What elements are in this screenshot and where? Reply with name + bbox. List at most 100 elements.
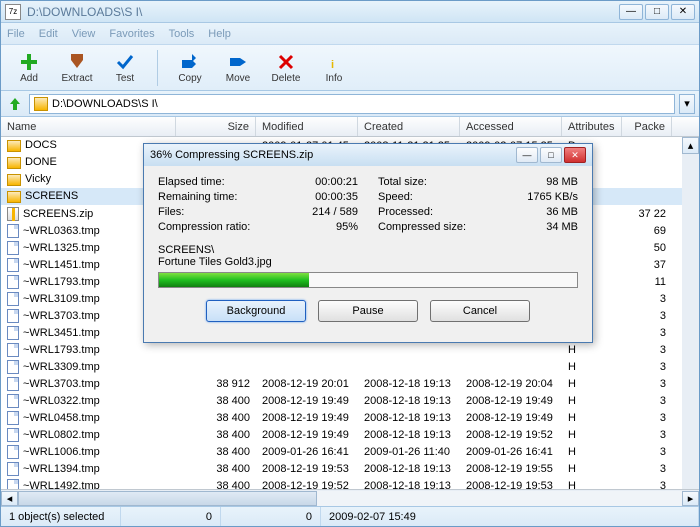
scroll-right-icon[interactable]: ▸ <box>682 491 699 506</box>
menu-file[interactable]: File <box>7 28 25 40</box>
label-speed: Speed: <box>378 191 413 206</box>
tmp-icon <box>7 309 19 323</box>
value-elapsed: 00:00:21 <box>315 176 358 191</box>
menu-view[interactable]: View <box>72 28 96 40</box>
path-text: D:\DOWNLOADS\S I\ <box>52 98 158 110</box>
value-processed: 36 MB <box>546 206 578 221</box>
up-button[interactable] <box>5 94 25 114</box>
plus-icon <box>19 52 39 72</box>
maximize-button[interactable]: □ <box>645 4 669 20</box>
vertical-scrollbar[interactable]: ▴ <box>682 137 699 489</box>
extract-label: Extract <box>61 73 92 84</box>
dialog-titlebar[interactable]: 36% Compressing SCREENS.zip — □ ✕ <box>144 144 592 166</box>
delete-label: Delete <box>272 73 301 84</box>
horizontal-scrollbar[interactable]: ◂ ▸ <box>1 489 699 506</box>
minimize-button[interactable]: — <box>619 4 643 20</box>
table-row[interactable]: ~WRL1394.tmp38 4002008-12-19 19:532008-1… <box>1 460 699 477</box>
copy-label: Copy <box>178 73 201 84</box>
scroll-thumb[interactable] <box>18 491 317 506</box>
tmp-icon <box>7 275 19 289</box>
value-files: 214 / 589 <box>312 206 358 221</box>
copy-button[interactable]: Copy <box>168 48 212 88</box>
col-size[interactable]: Size <box>176 117 256 136</box>
info-icon: i <box>324 52 344 72</box>
tmp-icon <box>7 462 19 476</box>
path-dropdown[interactable]: ▾ <box>679 94 695 114</box>
folder-icon <box>7 191 21 203</box>
menu-tools[interactable]: Tools <box>169 28 195 40</box>
svg-text:i: i <box>331 59 334 71</box>
col-packed[interactable]: Packe <box>622 117 672 136</box>
table-row[interactable]: ~WRL3309.tmpH3 <box>1 358 699 375</box>
table-row[interactable]: ~WRL0802.tmp38 4002008-12-19 19:492008-1… <box>1 426 699 443</box>
tmp-icon <box>7 360 19 374</box>
test-button[interactable]: Test <box>103 48 147 88</box>
folder-icon <box>34 97 48 111</box>
copy-icon <box>180 52 200 72</box>
app-icon: 7z <box>5 4 21 20</box>
extract-icon <box>67 52 87 72</box>
menu-favorites[interactable]: Favorites <box>109 28 154 40</box>
value-total: 98 MB <box>546 176 578 191</box>
value-speed: 1765 KB/s <box>527 191 578 206</box>
add-label: Add <box>20 73 38 84</box>
close-button[interactable]: ✕ <box>671 4 695 20</box>
statusbar: 1 object(s) selected 0 0 2009-02-07 15:4… <box>1 506 699 526</box>
addressbar: D:\DOWNLOADS\S I\ ▾ <box>1 91 699 117</box>
table-row[interactable]: ~WRL3703.tmp38 9122008-12-19 20:012008-1… <box>1 375 699 392</box>
extract-button[interactable]: Extract <box>55 48 99 88</box>
scroll-left-icon[interactable]: ◂ <box>1 491 18 506</box>
label-remaining: Remaining time: <box>158 191 237 206</box>
col-name[interactable]: Name <box>1 117 176 136</box>
label-ratio: Compression ratio: <box>158 221 250 236</box>
move-icon <box>228 52 248 72</box>
menu-help[interactable]: Help <box>208 28 231 40</box>
path-input[interactable]: D:\DOWNLOADS\S I\ <box>29 94 675 114</box>
delete-button[interactable]: Delete <box>264 48 308 88</box>
move-button[interactable]: Move <box>216 48 260 88</box>
zip-icon <box>7 207 19 221</box>
tmp-icon <box>7 411 19 425</box>
dialog-minimize-button[interactable]: — <box>516 147 538 163</box>
table-row[interactable]: ~WRL1006.tmp38 4002009-01-26 16:412009-0… <box>1 443 699 460</box>
scroll-up-icon[interactable]: ▴ <box>682 137 699 154</box>
status-selection: 1 object(s) selected <box>1 507 121 526</box>
up-arrow-icon <box>7 96 23 112</box>
tmp-icon <box>7 343 19 357</box>
add-button[interactable]: Add <box>7 48 51 88</box>
col-modified[interactable]: Modified <box>256 117 358 136</box>
test-label: Test <box>116 73 134 84</box>
delete-icon <box>276 52 296 72</box>
dialog-maximize-button[interactable]: □ <box>540 147 562 163</box>
col-accessed[interactable]: Accessed <box>460 117 562 136</box>
menu-edit[interactable]: Edit <box>39 28 58 40</box>
col-created[interactable]: Created <box>358 117 460 136</box>
tmp-icon <box>7 224 19 238</box>
table-row[interactable]: ~WRL0322.tmp38 4002008-12-19 19:492008-1… <box>1 392 699 409</box>
col-attributes[interactable]: Attributes <box>562 117 622 136</box>
pause-button[interactable]: Pause <box>318 300 418 322</box>
cancel-button[interactable]: Cancel <box>430 300 530 322</box>
dialog-close-button[interactable]: ✕ <box>564 147 586 163</box>
status-count: 0 <box>221 507 321 526</box>
progress-dialog: 36% Compressing SCREENS.zip — □ ✕ Elapse… <box>143 143 593 343</box>
label-compressed: Compressed size: <box>378 221 466 236</box>
tmp-icon <box>7 479 19 490</box>
info-button[interactable]: i Info <box>312 48 356 88</box>
tmp-icon <box>7 326 19 340</box>
background-button[interactable]: Background <box>206 300 306 322</box>
progress-bar <box>158 272 578 288</box>
label-files: Files: <box>158 206 184 221</box>
table-row[interactable]: ~WRL0458.tmp38 4002008-12-19 19:492008-1… <box>1 409 699 426</box>
toolbar: Add Extract Test Copy Move Delete i Info <box>1 45 699 91</box>
value-remaining: 00:00:35 <box>315 191 358 206</box>
progress-fill <box>159 273 309 287</box>
table-row[interactable]: ~WRL1492.tmp38 4002008-12-19 19:522008-1… <box>1 477 699 489</box>
menubar: File Edit View Favorites Tools Help <box>1 23 699 45</box>
table-row[interactable]: ~WRL1793.tmpH3 <box>1 341 699 358</box>
current-file: Fortune Tiles Gold3.jpg <box>158 256 578 268</box>
tmp-icon <box>7 241 19 255</box>
tmp-icon <box>7 377 19 391</box>
move-label: Move <box>226 73 250 84</box>
titlebar[interactable]: 7z D:\DOWNLOADS\S I\ — □ ✕ <box>1 1 699 23</box>
